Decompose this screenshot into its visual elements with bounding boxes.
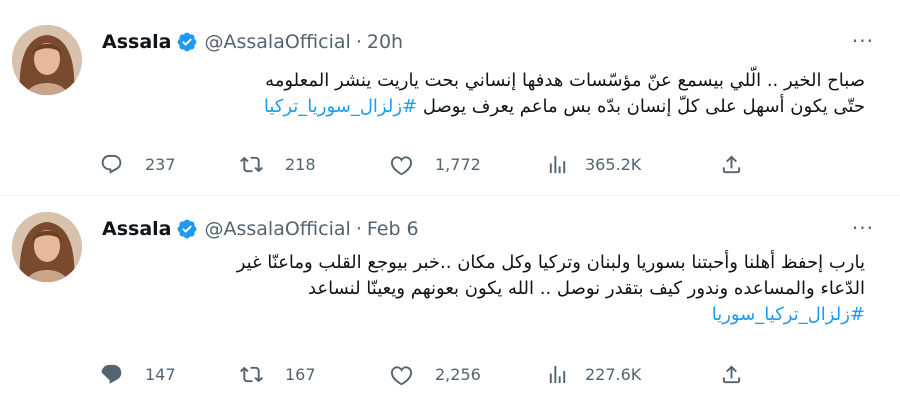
- tweet-actions: 147 167 2,256 227.6K: [100, 359, 743, 389]
- tweet-header: Assala @AssalaOfficial · 20h: [102, 30, 860, 54]
- tweet[interactable]: Assala @AssalaOfficial · 20h ··· صباح ال…: [0, 0, 900, 196]
- views-count: 365.2K: [585, 154, 642, 174]
- like-count: 2,256: [435, 364, 481, 384]
- tweet-text-line: يارب إحفظ أهلنا وأحبتنا بسوريا ولبنان وت…: [236, 252, 865, 273]
- reply-button[interactable]: 237: [100, 149, 176, 179]
- share-button[interactable]: [720, 359, 743, 389]
- tweet-text-line: #زلزال_تركيا_سوريا: [95, 302, 865, 328]
- share-icon: [722, 154, 741, 173]
- hashtag-link[interactable]: #زلزال_تركيا_سوريا: [712, 304, 865, 325]
- tweet-text-line: الدّعاء والمساعده وندور كيف بتقدر نوصل .…: [307, 278, 865, 299]
- like-count: 1,772: [435, 154, 481, 174]
- separator-dot: ·: [355, 218, 362, 240]
- share-icon: [722, 364, 741, 383]
- hashtag-link[interactable]: #زلزال_سوريا_تركيا: [264, 96, 417, 117]
- tweet-actions: 237 218 1,772 365.2K: [100, 149, 743, 179]
- author-name[interactable]: Assala: [102, 31, 171, 53]
- like-icon: [390, 365, 413, 385]
- avatar[interactable]: [12, 25, 82, 95]
- retweet-icon: [240, 366, 263, 382]
- views-count: 227.6K: [585, 364, 642, 384]
- retweet-button[interactable]: 218: [240, 149, 316, 179]
- author-handle[interactable]: @AssalaOfficial: [204, 31, 350, 53]
- retweet-button[interactable]: 167: [240, 359, 316, 389]
- author-name[interactable]: Assala: [102, 218, 171, 240]
- more-icon[interactable]: ···: [852, 31, 874, 51]
- tweet-text: يارب إحفظ أهلنا وأحبتنا بسوريا ولبنان وت…: [95, 250, 865, 328]
- retweet-icon: [240, 156, 263, 172]
- tweet-text-line: حتّى يكون أسهل على كلّ إنسان بدّه بس ماع…: [95, 94, 865, 120]
- views-button[interactable]: 227.6K: [546, 359, 641, 389]
- avatar[interactable]: [12, 212, 82, 282]
- author-handle[interactable]: @AssalaOfficial: [204, 218, 350, 240]
- timestamp[interactable]: 20h: [367, 31, 403, 53]
- reply-icon: [101, 154, 122, 174]
- more-icon[interactable]: ···: [852, 218, 874, 238]
- tweet-text: صباح الخير .. الّلي بيسمع عنّ مؤسّسات هد…: [95, 68, 865, 120]
- verified-badge-icon: [176, 31, 198, 53]
- tweet[interactable]: Assala @AssalaOfficial · Feb 6 ··· يارب …: [0, 196, 900, 411]
- like-button[interactable]: 1,772: [390, 149, 481, 179]
- views-icon: [549, 365, 566, 383]
- reply-count: 147: [145, 364, 176, 384]
- reply-count: 237: [145, 154, 176, 174]
- like-button[interactable]: 2,256: [390, 359, 481, 389]
- reply-button[interactable]: 147: [100, 359, 176, 389]
- views-icon: [549, 155, 566, 173]
- retweet-count: 218: [285, 154, 316, 174]
- tweet-text-line: صباح الخير .. الّلي بيسمع عنّ مؤسّسات هد…: [265, 70, 865, 91]
- tweet-text-segment: حتّى يكون أسهل على كلّ إنسان بدّه بس ماع…: [422, 96, 865, 117]
- retweet-count: 167: [285, 364, 316, 384]
- like-icon: [390, 155, 413, 175]
- views-button[interactable]: 365.2K: [546, 149, 641, 179]
- share-button[interactable]: [720, 149, 743, 179]
- separator-dot: ·: [355, 31, 362, 53]
- reply-icon: [101, 364, 122, 384]
- tweet-header: Assala @AssalaOfficial · Feb 6: [102, 217, 860, 241]
- timestamp[interactable]: Feb 6: [367, 218, 419, 240]
- verified-badge-icon: [176, 218, 198, 240]
